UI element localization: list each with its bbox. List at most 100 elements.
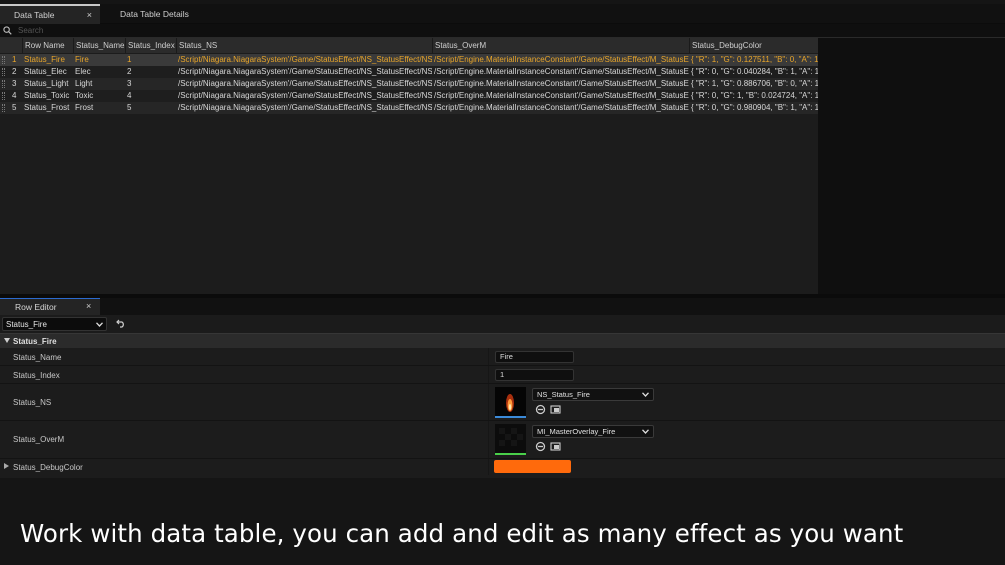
row-number: 2 — [12, 67, 17, 76]
search-icon — [3, 26, 12, 35]
status-ns-cell: /Script/Niagara.NiagaraSystem'/Game/Stat… — [178, 55, 432, 64]
expand-arrow-icon[interactable] — [4, 463, 9, 469]
table-row[interactable]: 4 Status_Toxic Toxic 4 /Script/Niagara.N… — [0, 90, 818, 102]
tab-data-table[interactable]: Data Table × — [0, 4, 100, 24]
caption-area: Work with data table, you can add and ed… — [0, 478, 1005, 565]
status-debugcolor-cell: { "R": 1, "G": 0.886706, "B": 0, "A": 1 … — [691, 79, 818, 88]
column-divider — [488, 348, 489, 365]
drag-handle-icon[interactable] — [2, 56, 5, 64]
status-index-cell: 4 — [127, 91, 132, 100]
column-header-status-ns[interactable]: Status_NS — [176, 38, 432, 53]
video-caption: Work with data table, you can add and ed… — [20, 519, 904, 548]
property-label: Status_DebugColor — [13, 463, 83, 472]
table-row[interactable]: 1 Status_Fire Fire 1 /Script/Niagara.Nia… — [0, 54, 818, 66]
tab-data-table-label: Data Table — [14, 10, 55, 20]
status-index-cell: 2 — [127, 67, 132, 76]
table-row[interactable]: 5 Status_Frost Frost 5 /Script/Niagara.N… — [0, 102, 818, 114]
column-header-status-index[interactable]: Status_Index — [125, 38, 176, 53]
property-label: Status_NS — [13, 398, 52, 407]
row-select-value: Status_Fire — [6, 320, 47, 329]
property-row-status-debugcolor: Status_DebugColor — [0, 459, 1005, 475]
status-name-field[interactable]: Fire — [495, 351, 574, 363]
undo-icon[interactable] — [116, 319, 126, 328]
empty-panel-area — [818, 38, 1005, 294]
status-name-cell: Frost — [75, 103, 94, 112]
chevron-down-icon — [642, 429, 649, 434]
use-selected-asset-icon[interactable] — [535, 441, 546, 452]
column-header-row-name[interactable]: Row Name — [22, 38, 73, 53]
status-overm-cell: /Script/Engine.MaterialInstanceConstant'… — [434, 79, 689, 88]
checker-thumbnail-icon — [495, 424, 526, 453]
browse-folder-icon[interactable] — [550, 404, 561, 415]
status-overm-asset-picker[interactable]: MI_MasterOverlay_Fire — [532, 425, 654, 438]
search-input[interactable]: Search — [18, 26, 43, 35]
tab-row-editor[interactable]: Row Editor × — [0, 298, 100, 315]
row-name-cell: Status_Fire — [24, 55, 65, 64]
tab-data-table-details[interactable]: Data Table Details — [106, 4, 216, 24]
property-row-status-ns: Status_NS NS_Status_Fire — [0, 384, 1005, 421]
property-row-status-index: Status_Index 1 — [0, 366, 1005, 384]
status-name-cell: Elec — [75, 67, 91, 76]
row-name-cell: Status_Frost — [24, 103, 70, 112]
status-index-cell: 1 — [127, 55, 132, 64]
status-name-cell: Toxic — [75, 91, 94, 100]
row-editor-tabs: Row Editor × — [0, 298, 1005, 315]
property-row-status-name: Status_Name Fire — [0, 348, 1005, 366]
row-editor-properties: Status_Name Fire Status_Index 1 Status_N… — [0, 348, 1005, 478]
search-bar[interactable]: Search — [0, 24, 1005, 38]
section-title: Status_Fire — [13, 337, 57, 346]
drag-handle-icon[interactable] — [2, 68, 5, 76]
table-row[interactable]: 3 Status_Light Light 3 /Script/Niagara.N… — [0, 78, 818, 90]
row-name-cell: Status_Elec — [24, 67, 67, 76]
collapse-arrow-icon — [4, 338, 10, 343]
status-index-cell: 3 — [127, 79, 132, 88]
close-tab-icon[interactable]: × — [86, 301, 91, 311]
chevron-down-icon — [96, 322, 103, 327]
row-select-dropdown[interactable]: Status_Fire — [2, 317, 107, 331]
property-label: Status_OverM — [13, 435, 65, 444]
column-divider — [488, 384, 489, 420]
status-overm-cell: /Script/Engine.MaterialInstanceConstant'… — [434, 91, 689, 100]
column-header-status-name[interactable]: Status_Name — [73, 38, 125, 53]
niagara-thumbnail[interactable] — [495, 387, 526, 418]
column-header-status-debugcolor[interactable]: Status_DebugColor — [689, 38, 818, 53]
status-ns-cell: /Script/Niagara.NiagaraSystem'/Game/Stat… — [178, 91, 432, 100]
use-selected-asset-icon[interactable] — [535, 404, 546, 415]
data-table-grid: Row Name Status_Name Status_Index Status… — [0, 38, 818, 294]
material-thumbnail[interactable] — [495, 424, 526, 455]
status-ns-cell: /Script/Niagara.NiagaraSystem'/Game/Stat… — [178, 67, 432, 76]
table-row[interactable]: 2 Status_Elec Elec 2 /Script/Niagara.Nia… — [0, 66, 818, 78]
row-editor-toolbar: Status_Fire — [0, 315, 1005, 333]
tab-data-table-details-label: Data Table Details — [120, 9, 189, 19]
asset-value: NS_Status_Fire — [537, 390, 590, 399]
debug-color-swatch[interactable] — [494, 460, 571, 473]
status-ns-cell: /Script/Niagara.NiagaraSystem'/Game/Stat… — [178, 103, 432, 112]
column-header-status-overm[interactable]: Status_OverM — [432, 38, 689, 53]
drag-handle-icon[interactable] — [2, 80, 5, 88]
row-number: 3 — [12, 79, 17, 88]
status-name-cell: Light — [75, 79, 93, 88]
property-label: Status_Index — [13, 371, 60, 380]
column-divider — [488, 366, 489, 383]
row-number: 4 — [12, 91, 17, 100]
row-name-cell: Status_Light — [24, 79, 69, 88]
status-index-field[interactable]: 1 — [495, 369, 574, 381]
status-overm-cell: /Script/Engine.MaterialInstanceConstant'… — [434, 55, 689, 64]
drag-handle-icon[interactable] — [2, 104, 5, 112]
property-row-status-overm: Status_OverM MI_MasterOverlay_Fire — [0, 421, 1005, 459]
section-header[interactable]: Status_Fire — [0, 333, 1005, 348]
close-tab-icon[interactable]: × — [87, 6, 92, 24]
asset-value: MI_MasterOverlay_Fire — [537, 427, 616, 436]
status-name-cell: Fire — [75, 55, 89, 64]
status-ns-asset-picker[interactable]: NS_Status_Fire — [532, 388, 654, 401]
browse-folder-icon[interactable] — [550, 441, 561, 452]
row-number: 1 — [12, 55, 17, 64]
status-overm-cell: /Script/Engine.MaterialInstanceConstant'… — [434, 103, 689, 112]
column-divider — [488, 421, 489, 458]
drag-handle-icon[interactable] — [2, 92, 5, 100]
status-debugcolor-cell: { "R": 0, "G": 0.980904, "B": 1, "A": 1 … — [691, 103, 818, 112]
status-index-cell: 5 — [127, 103, 132, 112]
row-name-cell: Status_Toxic — [24, 91, 70, 100]
status-debugcolor-cell: { "R": 0, "G": 1, "B": 0.024724, "A": 1 … — [691, 91, 818, 100]
status-overm-cell: /Script/Engine.MaterialInstanceConstant'… — [434, 67, 689, 76]
